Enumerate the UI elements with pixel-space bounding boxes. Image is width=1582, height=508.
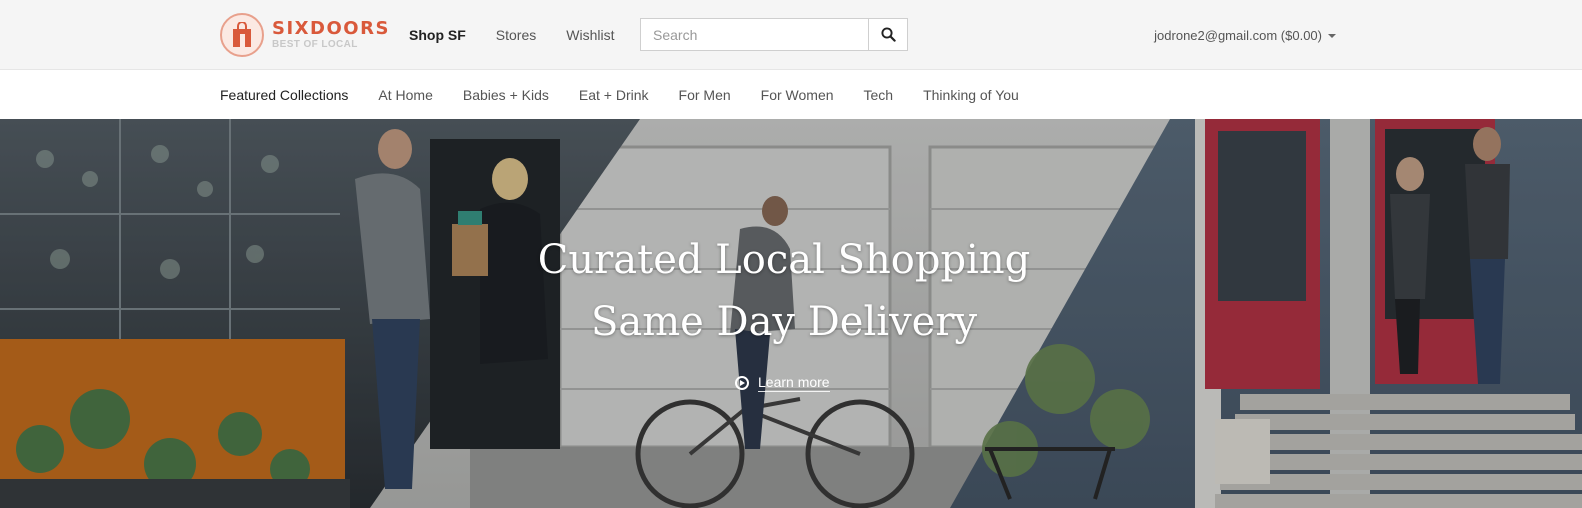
nav-stores[interactable]: Stores — [496, 27, 536, 43]
search-button[interactable] — [868, 19, 907, 50]
nav-wishlist[interactable]: Wishlist — [566, 27, 614, 43]
caret-down-icon — [1328, 34, 1336, 38]
search-input[interactable] — [641, 19, 868, 50]
account-menu[interactable]: jodrone2@gmail.com ($0.00) — [1154, 0, 1336, 70]
learn-more-link[interactable]: Learn more — [735, 374, 830, 392]
shopping-bag-icon — [220, 13, 264, 57]
account-label: jodrone2@gmail.com ($0.00) — [1154, 27, 1322, 43]
hero-banner: Curated Local Shopping Same Day Delivery… — [0, 119, 1582, 508]
learn-more-label: Learn more — [758, 374, 830, 392]
category-tech[interactable]: Tech — [864, 87, 894, 103]
logo-name: SIXDOORS — [272, 18, 390, 39]
category-babies-kids[interactable]: Babies + Kids — [463, 87, 549, 103]
logo[interactable]: SIXDOORS BEST OF LOCAL — [220, 12, 390, 58]
main-nav: Shop SF Stores Wishlist — [409, 0, 644, 70]
logo-tagline: BEST OF LOCAL — [272, 39, 358, 50]
category-for-women[interactable]: For Women — [761, 87, 834, 103]
search-box — [640, 18, 908, 51]
category-at-home[interactable]: At Home — [378, 87, 432, 103]
hero-headline-line-2: Same Day Delivery — [590, 299, 978, 345]
play-circle-icon — [735, 376, 749, 390]
category-eat-drink[interactable]: Eat + Drink — [579, 87, 649, 103]
hero-headline: Curated Local Shopping Same Day Delivery — [0, 229, 1568, 353]
category-for-men[interactable]: For Men — [679, 87, 731, 103]
hero-headline-line-1: Curated Local Shopping — [537, 237, 1031, 283]
search-icon — [880, 27, 896, 42]
nav-shop-sf[interactable]: Shop SF — [409, 27, 466, 43]
category-nav: Featured Collections At Home Babies + Ki… — [0, 70, 1582, 119]
category-featured-collections[interactable]: Featured Collections — [220, 87, 348, 103]
top-header: SIXDOORS BEST OF LOCAL Shop SF Stores Wi… — [0, 0, 1582, 70]
category-thinking-of-you[interactable]: Thinking of You — [923, 87, 1019, 103]
